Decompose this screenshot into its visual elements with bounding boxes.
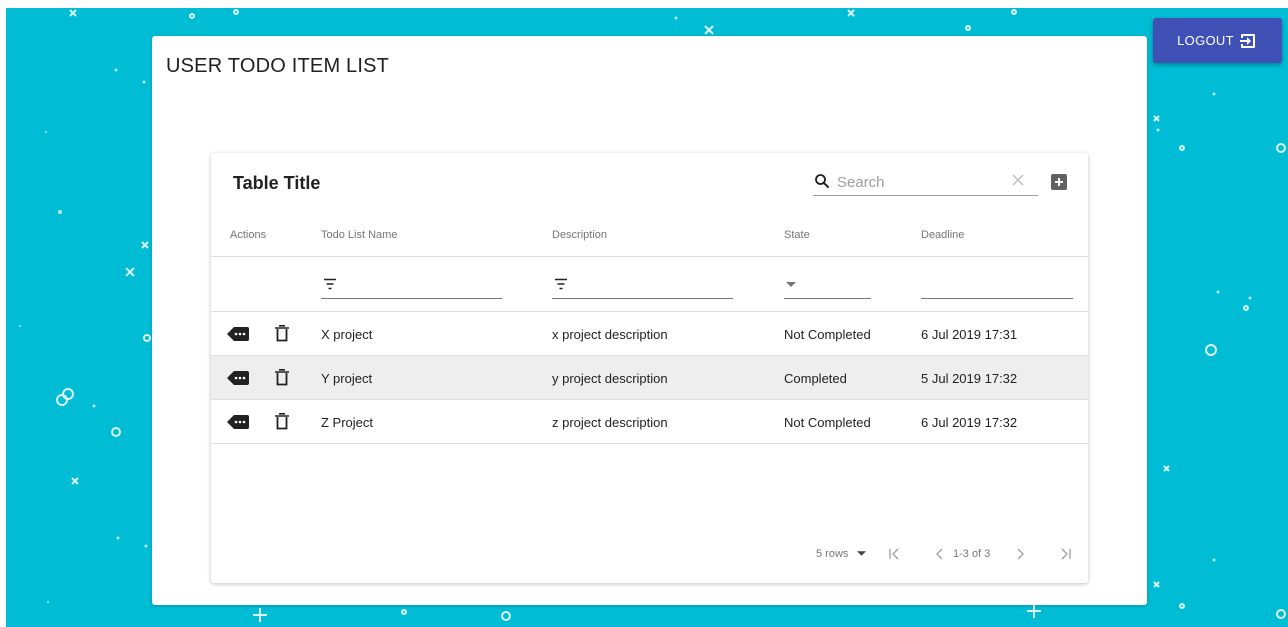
state-filter-select[interactable] bbox=[784, 272, 871, 299]
rows-per-page-label: 5 rows bbox=[816, 548, 849, 560]
trash-icon[interactable] bbox=[275, 369, 289, 386]
column-header-name[interactable]: Todo List Name bbox=[321, 229, 397, 241]
first-page-icon[interactable] bbox=[887, 547, 901, 561]
cell-description: y project description bbox=[552, 371, 668, 386]
cell-deadline: 5 Jul 2019 17:32 bbox=[921, 371, 1018, 386]
divider bbox=[211, 256, 1088, 257]
page-range-label: 1-3 of 3 bbox=[953, 548, 991, 560]
close-icon[interactable] bbox=[1011, 173, 1025, 187]
cell-state: Not Completed bbox=[784, 415, 871, 430]
table-row[interactable]: Z Project z project description Not Comp… bbox=[211, 400, 1088, 444]
cell-description: x project description bbox=[552, 327, 668, 342]
column-header-deadline[interactable]: Deadline bbox=[921, 229, 964, 241]
search-input[interactable] bbox=[837, 171, 997, 193]
trash-icon[interactable] bbox=[275, 325, 289, 342]
last-page-icon[interactable] bbox=[1059, 547, 1073, 561]
name-filter-input[interactable] bbox=[321, 272, 502, 299]
cell-deadline: 6 Jul 2019 17:31 bbox=[921, 327, 1018, 342]
cell-name: X project bbox=[321, 327, 373, 342]
logout-icon bbox=[1239, 33, 1255, 48]
cell-name: Y project bbox=[321, 371, 373, 386]
add-box-icon bbox=[1055, 178, 1063, 186]
rows-per-page-select[interactable]: 5 rows bbox=[816, 548, 867, 560]
filter-list-icon bbox=[324, 278, 336, 290]
todo-table: Table Title Actions Todo List Name Descr… bbox=[211, 153, 1088, 583]
chevron-left-icon[interactable] bbox=[933, 547, 947, 561]
cell-state: Not Completed bbox=[784, 327, 871, 342]
logout-button[interactable]: LOGOUT bbox=[1153, 18, 1282, 63]
arrow-drop-down-icon bbox=[786, 282, 796, 287]
more-tag-icon[interactable] bbox=[227, 415, 249, 429]
chevron-right-icon[interactable] bbox=[1013, 547, 1027, 561]
cell-description: z project description bbox=[552, 415, 668, 430]
more-tag-icon[interactable] bbox=[227, 327, 249, 341]
deadline-filter-input[interactable] bbox=[921, 272, 1073, 299]
arrow-drop-down-icon bbox=[857, 551, 867, 556]
trash-icon[interactable] bbox=[275, 413, 289, 430]
column-header-actions: Actions bbox=[230, 229, 267, 241]
add-row-button[interactable] bbox=[1051, 174, 1067, 190]
table-title: Table Title bbox=[233, 173, 321, 193]
cell-name: Z Project bbox=[321, 415, 374, 430]
page-title: USER TODO ITEM LIST bbox=[166, 55, 390, 77]
search-field bbox=[813, 169, 1038, 196]
filter-list-icon bbox=[555, 278, 567, 290]
search-icon bbox=[815, 174, 829, 188]
logout-label: LOGOUT bbox=[1177, 33, 1234, 48]
divider bbox=[211, 443, 1088, 444]
table-row[interactable]: Y project y project description Complete… bbox=[211, 356, 1088, 400]
column-header-state[interactable]: State bbox=[784, 229, 810, 241]
description-filter-input[interactable] bbox=[552, 272, 733, 299]
table-row[interactable]: X project x project description Not Comp… bbox=[211, 312, 1088, 356]
main-panel: USER TODO ITEM LIST Table Title Actions … bbox=[152, 36, 1147, 605]
cell-deadline: 6 Jul 2019 17:32 bbox=[921, 415, 1018, 430]
cell-state: Completed bbox=[784, 371, 847, 386]
more-tag-icon[interactable] bbox=[227, 371, 249, 385]
column-header-description[interactable]: Description bbox=[552, 229, 607, 241]
